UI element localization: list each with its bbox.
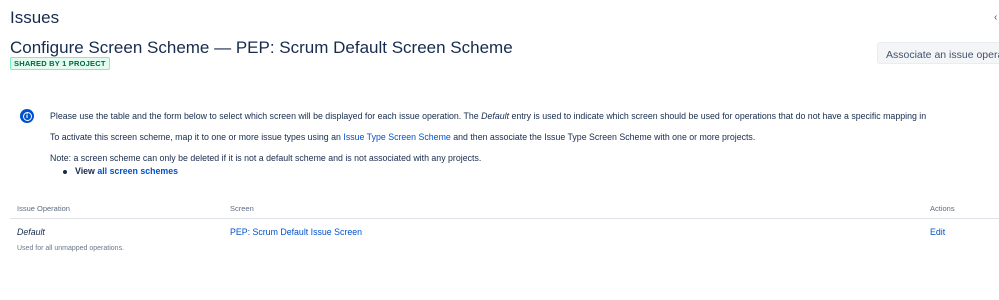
default-emphasis: Default: [481, 111, 510, 121]
view-label: View: [75, 166, 98, 176]
issue-operation-description: Used for all unmapped operations.: [17, 245, 125, 252]
info-circle-icon: i: [20, 109, 34, 123]
info-text: entry is used to indicate which screen s…: [509, 111, 927, 121]
bullet: [63, 169, 67, 174]
view-all-list-item: View all screen schemes: [63, 166, 178, 176]
shared-by-badge[interactable]: SHARED BY 1 PROJECT: [10, 57, 110, 70]
info-text: Please use the table and the form below …: [50, 111, 482, 121]
issue-operation-name: Default: [17, 227, 45, 237]
info-paragraph-1: Please use the table and the form below …: [50, 111, 926, 121]
screen-link[interactable]: PEP: Scrum Default Issue Screen: [230, 227, 362, 237]
scheme-title: Configure Screen Scheme — PEP: Scrum Def…: [10, 38, 513, 57]
table-header-divider: [10, 218, 999, 219]
associate-issue-operation-button[interactable]: Associate an issue operation: [877, 42, 999, 64]
issue-type-screen-scheme-link[interactable]: Issue Type Screen Scheme: [343, 132, 450, 142]
edit-link[interactable]: Edit: [930, 227, 945, 237]
column-header-screen: Screen: [230, 204, 254, 213]
info-text: and then associate the Issue Type Screen…: [450, 132, 756, 142]
info-text: To activate this screen scheme, map it t…: [50, 132, 344, 142]
info-message: i Please use the table and the form belo…: [0, 100, 999, 190]
all-screen-schemes-link[interactable]: all screen schemes: [97, 166, 178, 176]
column-header-issue-operation: Issue Operation: [17, 204, 70, 213]
chevron-icon[interactable]: ‹: [994, 12, 999, 23]
info-paragraph-2: To activate this screen scheme, map it t…: [50, 132, 755, 142]
info-paragraph-3: Note: a screen scheme can only be delete…: [50, 153, 482, 163]
column-header-actions: Actions: [930, 204, 955, 213]
page-title: Issues: [10, 8, 60, 27]
